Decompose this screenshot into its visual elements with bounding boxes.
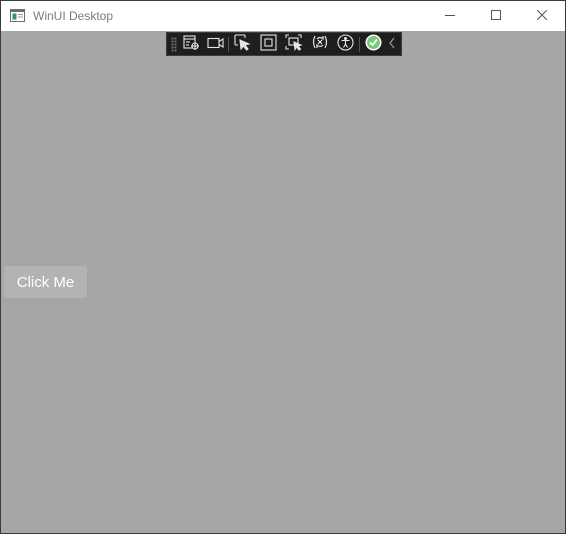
accessibility-checker-icon — [336, 33, 354, 56]
app-window: WinUI Desktop Click Me — [0, 0, 566, 534]
toolbar-grip[interactable] — [171, 37, 177, 52]
hot-reload-icon — [311, 34, 329, 55]
app-window-icon — [10, 9, 25, 22]
maximize-button[interactable] — [473, 1, 519, 31]
client-area: Click Me — [1, 31, 565, 533]
display-layout-adorners-button[interactable] — [257, 33, 279, 56]
accessibility-checker-button[interactable] — [334, 33, 356, 56]
track-focused-element-button[interactable] — [283, 33, 305, 56]
collapse-chevron-icon — [388, 36, 396, 54]
record-video-button[interactable] — [204, 35, 226, 54]
collapse-toolbar-button[interactable] — [385, 35, 399, 54]
toolbar-separator — [359, 37, 360, 52]
live-visual-tree-icon — [182, 34, 200, 56]
display-layout-adorners-icon — [259, 33, 277, 56]
toolbar-separator — [228, 37, 229, 52]
minimize-button[interactable] — [427, 1, 473, 31]
maximize-icon — [491, 9, 501, 23]
select-element-icon — [233, 33, 251, 56]
no-issues-check-icon — [365, 34, 382, 56]
title-bar[interactable]: WinUI Desktop — [1, 1, 565, 31]
click-me-button[interactable]: Click Me — [4, 266, 87, 298]
hot-reload-button[interactable] — [309, 35, 331, 54]
close-button[interactable] — [519, 1, 565, 31]
select-element-button[interactable] — [231, 33, 253, 56]
minimize-icon — [445, 9, 455, 23]
window-title: WinUI Desktop — [33, 9, 114, 23]
close-icon — [536, 9, 548, 23]
record-video-icon — [206, 36, 224, 54]
no-issues-check-button[interactable] — [362, 34, 384, 56]
live-visual-tree-button[interactable] — [180, 34, 202, 56]
track-focused-element-icon — [285, 33, 303, 56]
xaml-debug-toolbar — [166, 32, 402, 56]
